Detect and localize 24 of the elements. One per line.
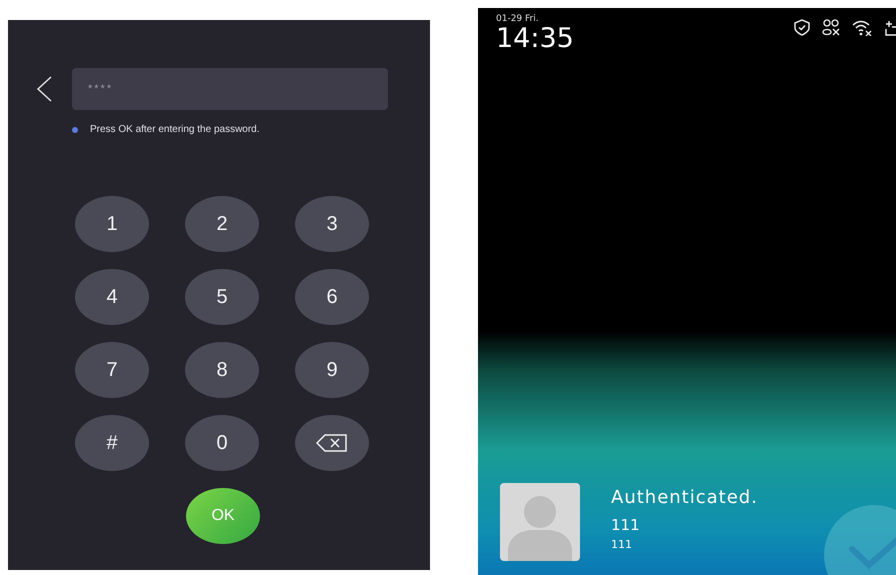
keypad-key[interactable]: 0 — [185, 415, 259, 471]
date-text: 01-29 Fri. — [496, 14, 540, 24]
shield-check-icon — [794, 19, 810, 36]
keypad-key[interactable]: 6 — [295, 269, 369, 325]
hint-text: Press OK after entering the password. — [90, 124, 260, 135]
keypad-key[interactable]: 2 — [185, 196, 259, 252]
password-field[interactable]: **** — [72, 68, 388, 110]
user-id: 111 — [611, 538, 633, 551]
wifi-off-icon — [852, 19, 872, 36]
keypad-key[interactable]: 9 — [295, 342, 369, 398]
backspace-icon — [316, 434, 348, 452]
status-message: Authenticated. — [611, 487, 758, 508]
keypad-key[interactable]: 1 — [75, 196, 149, 252]
bullet-icon — [72, 126, 78, 132]
keypad-key[interactable]: # — [75, 415, 149, 471]
keypad-key[interactable]: 5 — [185, 269, 259, 325]
user-name: 111 — [611, 516, 641, 534]
time-text: 14:35 — [496, 24, 574, 54]
keypad-key[interactable]: 7 — [75, 342, 149, 398]
back-icon[interactable] — [36, 76, 52, 102]
keypad-key[interactable]: 3 — [295, 196, 369, 252]
users-off-icon — [822, 19, 840, 36]
keypad-key[interactable]: 8 — [185, 342, 259, 398]
keypad-key[interactable]: 4 — [75, 269, 149, 325]
